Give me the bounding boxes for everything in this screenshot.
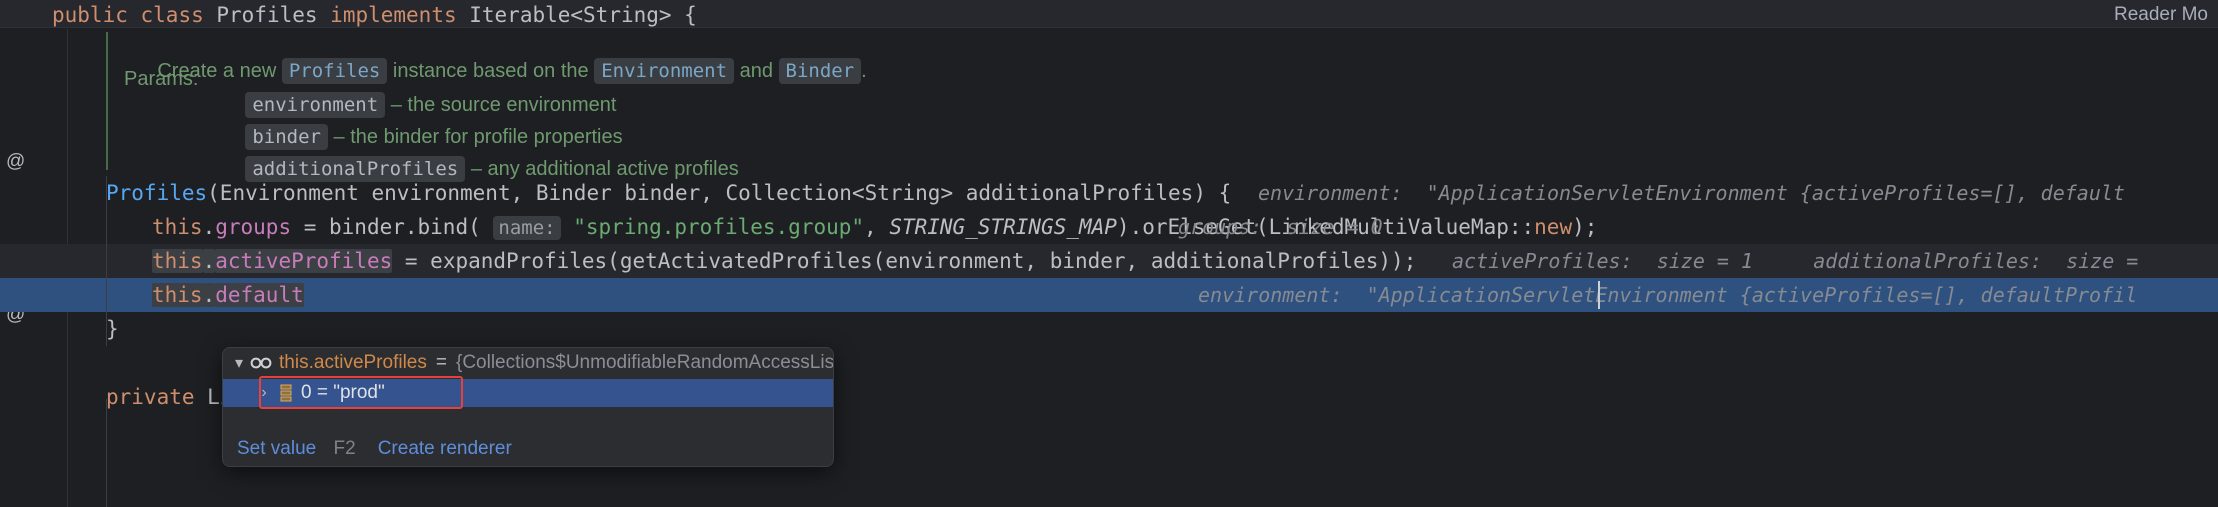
code-token: default xyxy=(215,283,304,307)
code-token: class xyxy=(140,3,217,27)
code-token: = expandProfiles(getActivatedProfiles(en… xyxy=(392,249,1417,273)
text-caret xyxy=(1598,281,1600,309)
reader-mode-label[interactable]: Reader Mo xyxy=(2114,3,2208,27)
popup-node-name: this.activeProfiles xyxy=(279,352,427,373)
inline-debug-hint-defaultprofiles-assign[interactable]: environment: "ApplicationServletEnvironm… xyxy=(1198,278,2137,312)
inline-debug-hint-ctor-signature[interactable]: environment: "ApplicationServletEnvironm… xyxy=(1258,176,2125,210)
code-token: this xyxy=(152,249,203,273)
code-token: private xyxy=(106,385,208,409)
inline-debug-hint-groups-assign[interactable]: groups: size = 0 xyxy=(1178,210,1383,244)
code-token: . xyxy=(202,283,216,307)
popup-equals-sign: = xyxy=(435,352,447,373)
popup-root-node[interactable]: ▾ this.activeProfiles = {Collections$Unm… xyxy=(223,348,834,378)
code-token: . xyxy=(202,215,216,239)
code-token: activeProfiles xyxy=(215,249,393,273)
inline-debug-hint-activeprofiles-assign[interactable]: activeProfiles: size = 1 additionalProfi… xyxy=(1452,244,2138,278)
code-token: ); xyxy=(1572,215,1598,239)
javadoc-code-binder: Binder xyxy=(778,58,862,84)
array-element-icon xyxy=(278,384,294,402)
set-value-link[interactable]: Set value xyxy=(237,438,316,459)
popup-child-label: 0 = "prod" xyxy=(301,382,385,403)
javadoc-text: . xyxy=(861,60,867,82)
sticky-class-declaration: public class Profiles implements Iterabl… xyxy=(52,2,697,28)
code-token: this xyxy=(152,283,203,307)
code-token: this xyxy=(152,215,203,239)
popup-action-bar[interactable]: Set value F2 Create renderer xyxy=(223,432,833,466)
code-token: . xyxy=(202,249,216,273)
code-token: public xyxy=(52,3,141,27)
code-editor[interactable]: @ @ Create a new Profiles instance based… xyxy=(0,29,2218,507)
code-token: implements xyxy=(330,3,457,27)
code-token: (Environment environment, Binder binder,… xyxy=(207,181,1232,205)
popup-selected-child-node[interactable]: › 0 = "prod" xyxy=(223,379,833,407)
debugger-value-popup[interactable]: ▾ this.activeProfiles = {Collections$Unm… xyxy=(222,347,834,467)
code-token: new xyxy=(1534,215,1573,239)
code-token: STRING_STRINGS_MAP xyxy=(889,215,1117,239)
code-token: , xyxy=(864,215,890,239)
code-token: Profiles xyxy=(106,181,208,205)
code-line-ctor-close-brace[interactable]: } xyxy=(0,312,119,346)
popup-node-value: {Collections$UnmodifiableRandomAccessLis… xyxy=(455,352,834,373)
code-token: "spring.profiles.group" xyxy=(573,215,865,239)
set-value-shortcut: F2 xyxy=(333,438,356,459)
popup-actions-group: Set value F2 xyxy=(237,438,356,460)
ide-editor-window: public class Profiles implements Iterabl… xyxy=(0,0,2218,507)
code-token: name: xyxy=(493,216,561,240)
annotation-marker-icon[interactable]: @ xyxy=(6,151,25,173)
chevron-down-icon[interactable]: ▾ xyxy=(235,353,243,373)
code-line-activeprofiles-assign[interactable]: this.activeProfiles = expandProfiles(get… xyxy=(0,244,1416,278)
javadoc-params-label: Params: xyxy=(124,68,199,90)
sticky-scroll-header[interactable]: public class Profiles implements Iterabl… xyxy=(0,0,2218,28)
code-token: groups xyxy=(215,215,292,239)
code-token: } xyxy=(106,317,119,341)
code-token: Profiles xyxy=(216,3,331,27)
code-token: Iterable<String> { xyxy=(456,3,697,27)
code-line-defaultprofiles-assign[interactable]: this.default xyxy=(0,278,304,312)
watch-glasses-icon xyxy=(250,355,272,371)
indent-guide xyxy=(106,399,107,507)
javadoc-rail xyxy=(106,32,108,170)
chevron-right-icon[interactable]: › xyxy=(257,384,271,402)
code-token: = binder.bind( xyxy=(291,215,494,239)
create-renderer-link[interactable]: Create renderer xyxy=(378,438,512,460)
code-line-ctor-signature[interactable]: Profiles(Environment environment, Binder… xyxy=(0,176,1231,210)
javadoc-text: and xyxy=(734,60,779,82)
